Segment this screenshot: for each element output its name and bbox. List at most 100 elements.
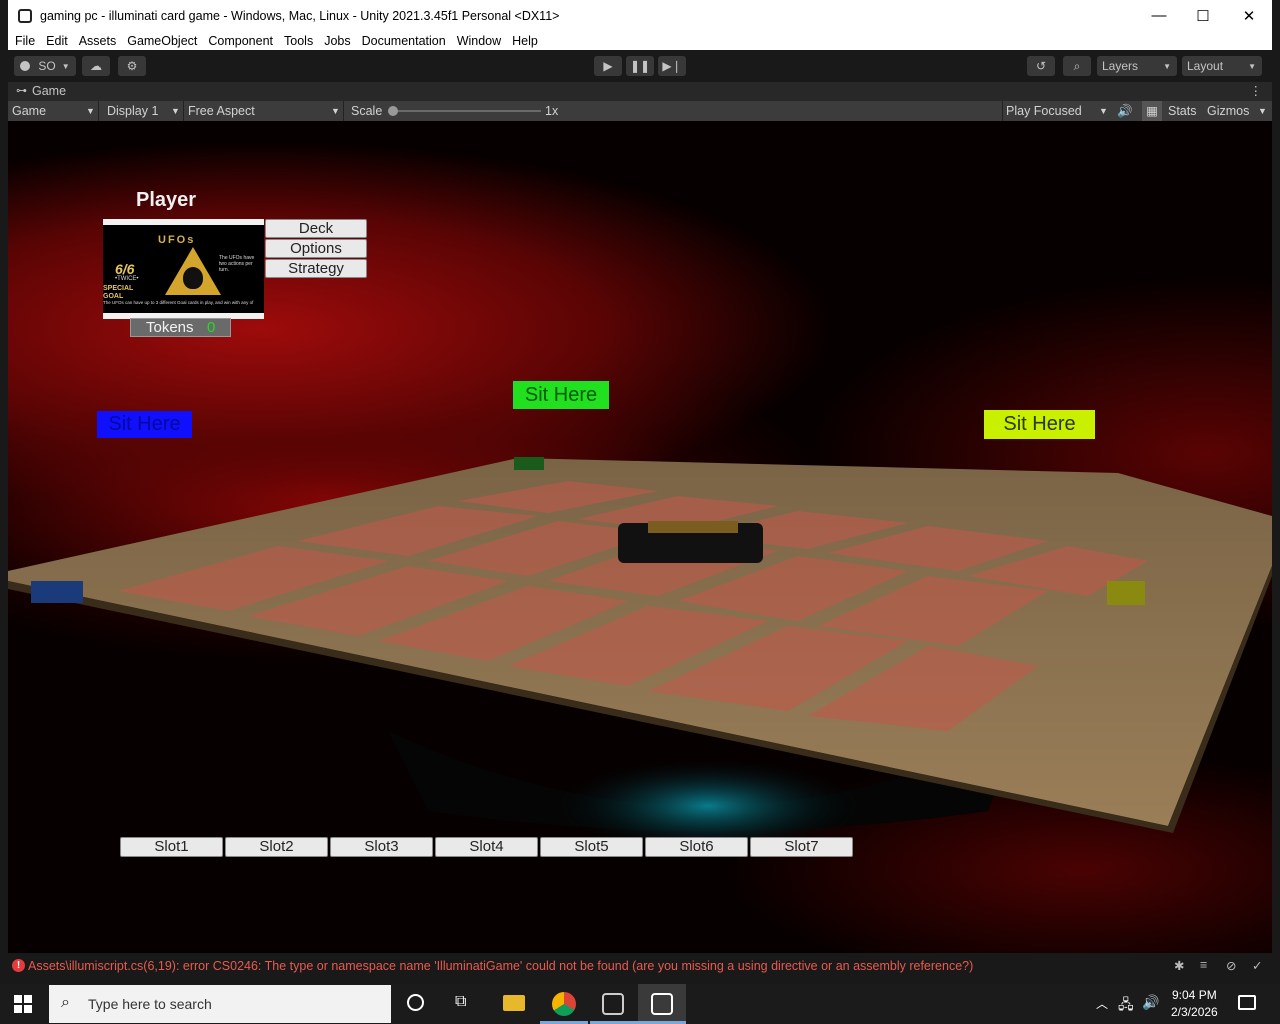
scale-slider-handle[interactable] xyxy=(388,106,398,116)
check-icon[interactable]: ✓ xyxy=(1252,958,1262,973)
slot-1-button[interactable]: Slot1 xyxy=(120,837,223,857)
scale-slider[interactable] xyxy=(388,106,541,116)
game-tab-bar: ⊶ Game ⋮ xyxy=(8,82,1272,101)
play-button[interactable]: ▶ xyxy=(594,56,622,76)
chevron-up-icon[interactable]: ︿ xyxy=(1096,995,1108,1012)
sit-here-green-button[interactable]: Sit Here xyxy=(513,381,609,409)
menu-tools[interactable]: Tools xyxy=(284,34,313,48)
layout-dropdown[interactable]: Layout ▼ xyxy=(1182,56,1262,76)
minimize-button[interactable]: — xyxy=(1136,0,1182,31)
scale-label: Scale xyxy=(351,104,383,118)
sit-here-blue-button[interactable]: Sit Here xyxy=(97,411,192,438)
menu-window[interactable]: Window xyxy=(457,34,501,48)
history-icon[interactable]: ↺ xyxy=(1027,56,1055,76)
tokens-label: Tokens xyxy=(146,319,194,336)
layers-label: Layers xyxy=(1102,59,1139,73)
chevron-down-icon: ▼ xyxy=(1163,61,1171,71)
green-player-marker xyxy=(514,457,544,470)
deck-button[interactable]: Deck xyxy=(265,219,367,238)
unity-editor-window: gaming pc - illuminati card game - Windo… xyxy=(0,0,1280,1024)
slot-2-button[interactable]: Slot2 xyxy=(225,837,328,857)
collab-settings-icon[interactable]: ⚙ xyxy=(118,56,146,76)
window-title: gaming pc - illuminati card game - Windo… xyxy=(40,8,560,23)
search-icon: ⌕ xyxy=(61,994,70,1011)
clock-time[interactable]: 9:04 PM xyxy=(1172,988,1217,1002)
account-dropdown[interactable]: SO ▼ xyxy=(14,56,76,76)
card-twice: •TWICE• xyxy=(115,276,139,282)
alien-head-icon xyxy=(183,267,203,289)
volume-icon[interactable]: 🔊 xyxy=(1142,994,1159,1011)
slot-7-button[interactable]: Slot7 xyxy=(750,837,853,857)
console-error-message[interactable]: Assets\illumiscript.cs(6,19): error CS02… xyxy=(28,959,973,973)
more-options-icon[interactable]: ⋮ xyxy=(1250,83,1263,98)
slot-3-button[interactable]: Slot3 xyxy=(330,837,433,857)
menu-edit[interactable]: Edit xyxy=(46,34,68,48)
player-card[interactable]: UFOs 6/6 •TWICE• SPECIAL GOAL The UFOs h… xyxy=(103,219,264,319)
title-bar: gaming pc - illuminati card game - Windo… xyxy=(8,0,1272,31)
chevron-down-icon: ▼ xyxy=(171,106,180,116)
game-viewport[interactable]: Player UFOs 6/6 •TWICE• SPECIAL GOAL The… xyxy=(8,121,1272,953)
tokens-panel: Tokens 0 xyxy=(130,318,231,337)
sit-here-yellow-button[interactable]: Sit Here xyxy=(984,410,1095,439)
taskbar-search-input[interactable]: Type here to search xyxy=(88,996,212,1012)
aspect-dropdown[interactable]: Free Aspect xyxy=(188,101,255,121)
cortana-icon[interactable] xyxy=(407,994,424,1011)
slot-5-button[interactable]: Slot5 xyxy=(540,837,643,857)
windows-start-icon[interactable] xyxy=(14,995,32,1013)
pause-button[interactable]: ❚❚ xyxy=(626,56,654,76)
taskbar-search-box[interactable]: ⌕ Type here to search xyxy=(49,985,391,1023)
card-power: 6/6 xyxy=(115,261,135,277)
unity-hub-icon[interactable] xyxy=(602,993,624,1015)
gizmos-button[interactable]: Gizmos xyxy=(1207,101,1249,121)
unity-logo-icon xyxy=(651,993,673,1015)
stats-button[interactable]: Stats xyxy=(1168,101,1197,121)
close-button[interactable]: ✕ xyxy=(1226,0,1272,31)
debug-icon[interactable]: ✱ xyxy=(1174,958,1184,973)
file-explorer-icon[interactable] xyxy=(503,995,525,1011)
chevron-down-icon: ▼ xyxy=(1248,61,1256,71)
layout-label: Layout xyxy=(1187,59,1224,73)
slot-4-button[interactable]: Slot4 xyxy=(435,837,538,857)
vsync-icon[interactable]: ▦ xyxy=(1142,101,1162,121)
network-icon[interactable]: 🖧 xyxy=(1118,994,1134,1018)
view-dropdown[interactable]: Game xyxy=(12,101,46,121)
slot-6-button[interactable]: Slot6 xyxy=(645,837,748,857)
console-status-bar[interactable]: ! Assets\illumiscript.cs(6,19): error CS… xyxy=(8,955,1272,977)
menu-help[interactable]: Help xyxy=(512,34,538,48)
card-text: The UFOs have two actions per turn. xyxy=(219,255,255,273)
menu-file[interactable]: File xyxy=(15,34,35,48)
chrome-icon[interactable] xyxy=(552,992,576,1016)
play-mode-dropdown[interactable]: Play Focused xyxy=(1006,101,1082,121)
account-label: SO xyxy=(38,59,56,73)
chevron-down-icon: ▼ xyxy=(331,106,340,116)
options-button[interactable]: Options xyxy=(265,239,367,258)
notifications-icon[interactable] xyxy=(1238,995,1256,1010)
display-dropdown[interactable]: Display 1 xyxy=(107,101,158,121)
task-view-icon[interactable]: ⧉ xyxy=(455,993,466,1011)
menu-jobs[interactable]: Jobs xyxy=(324,34,350,48)
card-footer: The UFOs can have up to 3 different Goal… xyxy=(103,300,254,305)
menu-assets[interactable]: Assets xyxy=(79,34,117,48)
menu-documentation[interactable]: Documentation xyxy=(362,34,446,48)
database-icon[interactable]: ≡ xyxy=(1200,958,1207,972)
error-icon: ! xyxy=(12,959,25,972)
tab-game[interactable]: Game xyxy=(32,84,66,98)
search-icon[interactable]: ⌕ xyxy=(1063,56,1091,76)
menu-bar: File Edit Assets GameObject Component To… xyxy=(8,31,1272,50)
tokens-value: 0 xyxy=(207,319,216,336)
windows-taskbar: ⌕ Type here to search ⧉ ︿ 🖧 🔊 9:04 PM 2/… xyxy=(0,984,1280,1024)
menu-component[interactable]: Component xyxy=(208,34,273,48)
clock-date[interactable]: 2/3/2026 xyxy=(1171,1005,1218,1019)
unity-editor-taskbar-button[interactable] xyxy=(638,984,686,1024)
maximize-button[interactable]: ☐ xyxy=(1180,0,1226,31)
strategy-button[interactable]: Strategy xyxy=(265,259,367,278)
cloud-icon[interactable]: ☁ xyxy=(82,56,110,76)
auto-generate-icon[interactable]: ⊘ xyxy=(1226,958,1236,973)
mute-audio-icon[interactable]: 🔊 xyxy=(1117,101,1133,121)
step-button[interactable]: ▶❘ xyxy=(658,56,686,76)
menu-gameobject[interactable]: GameObject xyxy=(127,34,197,48)
chevron-down-icon: ▼ xyxy=(61,61,70,71)
layers-dropdown[interactable]: Layers ▼ xyxy=(1097,56,1177,76)
game-options-bar: Game ▼ Display 1 ▼ Free Aspect ▼ Scale 1… xyxy=(8,101,1272,121)
chevron-down-icon: ▼ xyxy=(86,106,95,116)
